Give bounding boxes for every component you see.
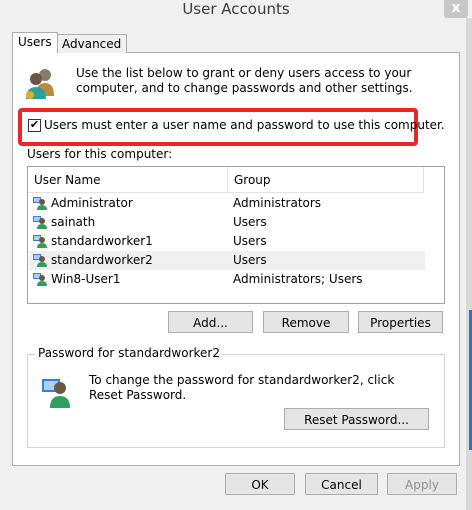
intro-text: Use the list below to grant or deny user… <box>76 66 413 95</box>
close-button[interactable]: x <box>444 0 468 18</box>
users-icon <box>26 69 54 99</box>
user-icon <box>33 254 47 267</box>
user-icon <box>33 273 47 286</box>
list-item[interactable]: Win8-User1 Administrators; Users <box>29 270 425 289</box>
user-icon <box>33 216 47 229</box>
user-name: standardworker1 <box>51 234 153 248</box>
tab-users[interactable]: Users <box>12 32 58 53</box>
remove-button[interactable]: Remove <box>263 311 349 333</box>
require-login-checkbox[interactable]: ✔ <box>28 119 41 132</box>
list-item[interactable]: sainath Users <box>29 213 425 232</box>
ok-button[interactable]: OK <box>225 473 295 495</box>
list-item[interactable]: standardworker1 Users <box>29 232 425 251</box>
password-group-title: Password for standardworker2 <box>35 346 223 360</box>
background-window-edge <box>466 18 472 510</box>
reset-password-button[interactable]: Reset Password... <box>284 408 429 430</box>
users-section-label: Users for this computer: <box>27 147 173 161</box>
add-button[interactable]: Add... <box>168 311 253 333</box>
user-name: standardworker2 <box>51 253 153 267</box>
column-header-user-name[interactable]: User Name <box>28 167 228 193</box>
list-item[interactable]: standardworker2 Users <box>29 251 425 270</box>
user-icon <box>33 197 47 210</box>
users-list[interactable]: User Name Group Administrator Administrat… <box>27 166 445 304</box>
user-group: Administrators <box>233 196 322 210</box>
require-login-label[interactable]: Users must enter a user name and passwor… <box>44 118 445 132</box>
properties-button[interactable]: Properties <box>358 311 443 333</box>
user-name: Win8-User1 <box>51 272 121 286</box>
user-group: Users <box>233 253 267 267</box>
title-bar: User Accounts x <box>0 0 472 22</box>
user-group: Users <box>233 234 267 248</box>
close-icon: x <box>451 0 461 16</box>
user-name: sainath <box>51 215 96 229</box>
password-help-text: To change the password for standardworke… <box>89 373 395 402</box>
window-title: User Accounts <box>182 0 290 18</box>
user-name: Administrator <box>51 196 133 210</box>
cancel-button[interactable]: Cancel <box>305 473 378 495</box>
column-header-group[interactable]: Group <box>228 167 424 193</box>
user-group: Users <box>233 215 267 229</box>
list-item[interactable]: Administrator Administrators <box>29 194 425 213</box>
user-group: Administrators; Users <box>233 272 363 286</box>
user-icon <box>33 235 47 248</box>
tab-advanced[interactable]: Advanced <box>56 34 128 53</box>
user-password-icon <box>42 379 70 408</box>
apply-button[interactable]: Apply <box>387 473 457 495</box>
